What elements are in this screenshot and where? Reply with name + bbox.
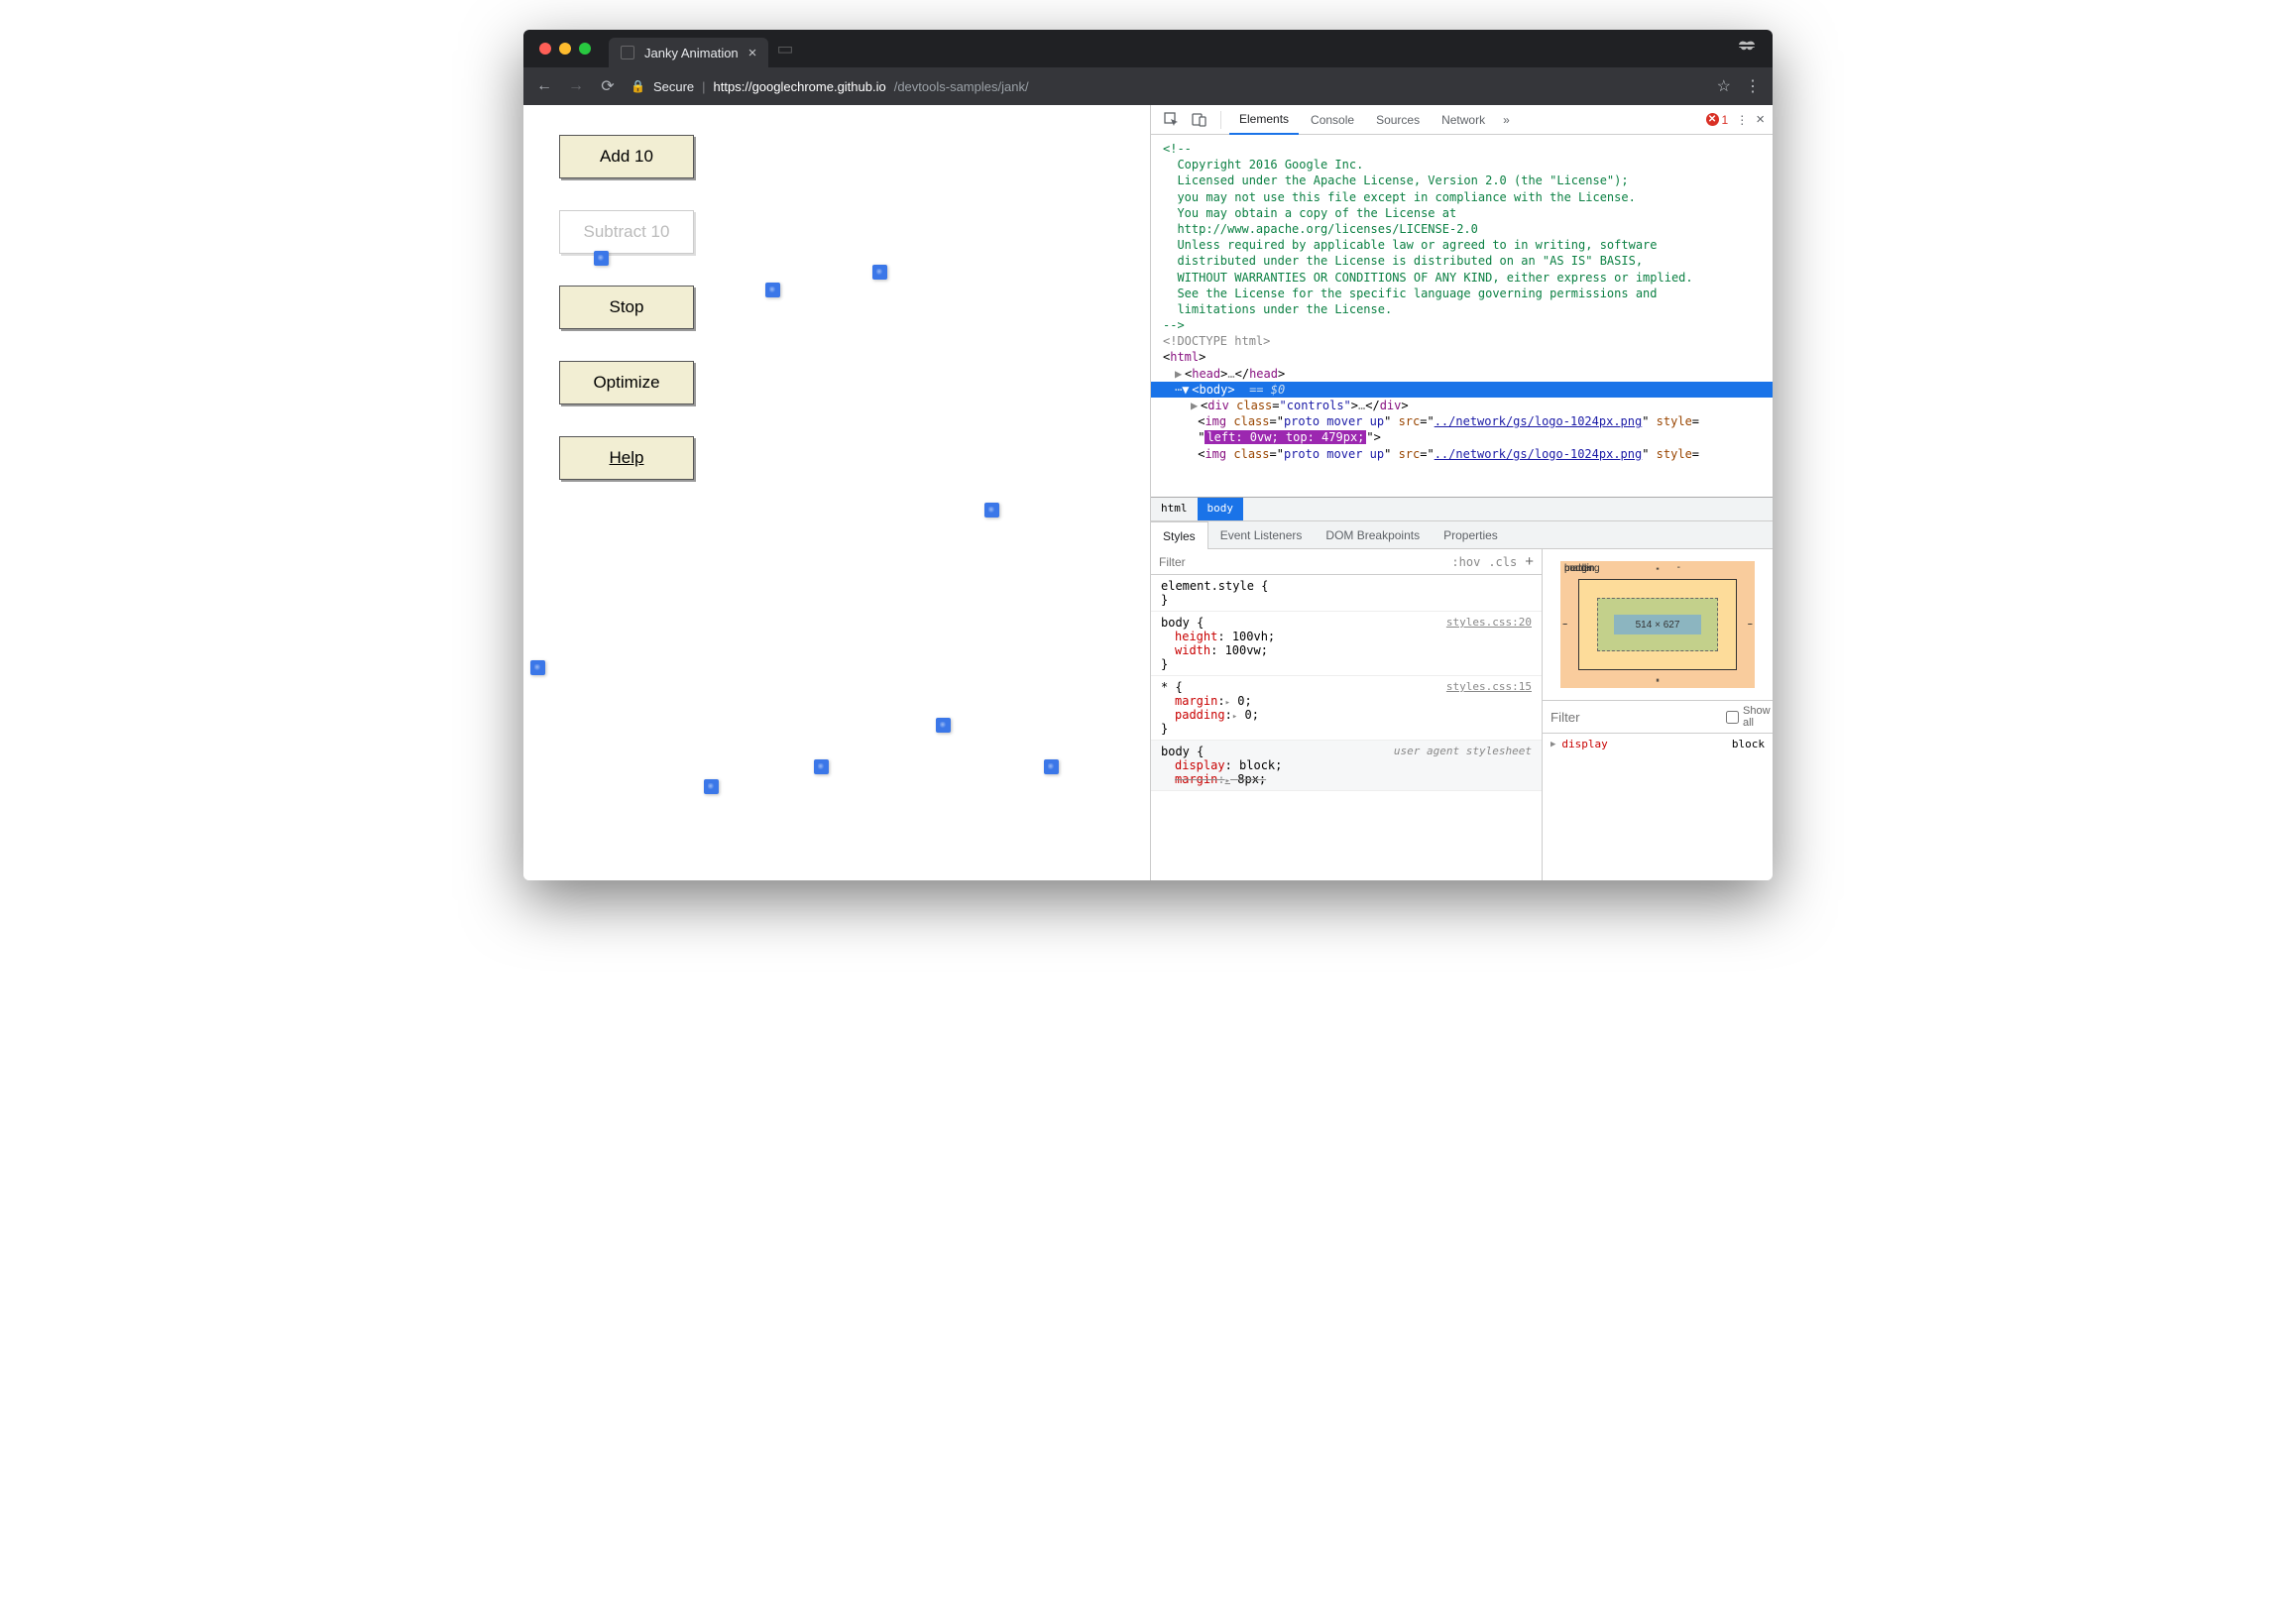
tab-console[interactable]: Console: [1301, 105, 1364, 135]
device-toolbar-icon[interactable]: [1187, 107, 1212, 133]
browser-menu-button[interactable]: ⋮: [1745, 76, 1761, 96]
doctype: <!DOCTYPE html>: [1151, 333, 1773, 349]
page-viewport: Add 10 Subtract 10 Stop Optimize Help: [523, 105, 1150, 880]
forward-button[interactable]: →: [567, 77, 585, 95]
tab-network[interactable]: Network: [1432, 105, 1495, 135]
breadcrumb-body[interactable]: body: [1198, 498, 1244, 520]
file-icon: [621, 46, 634, 59]
devtools-close-icon[interactable]: ×: [1756, 111, 1765, 128]
rule-source-link[interactable]: styles.css:20: [1446, 616, 1532, 629]
cls-toggle[interactable]: .cls: [1488, 555, 1517, 569]
lock-icon: 🔒: [631, 79, 645, 93]
div-controls[interactable]: ▶<div class="controls">…</div>: [1151, 398, 1773, 413]
devtools-panel: Elements Console Sources Network » ✕1 ⋮ …: [1150, 105, 1773, 880]
computed-row[interactable]: ▶ display block: [1550, 738, 1765, 750]
add-button[interactable]: Add 10: [559, 135, 694, 178]
tab-sources[interactable]: Sources: [1366, 105, 1430, 135]
window-titlebar: Janky Animation × ▭: [523, 30, 1773, 67]
rule-source-link[interactable]: styles.css:15: [1446, 680, 1532, 693]
browser-window: Janky Animation × ▭ ← → ⟳ 🔒 Secure | htt…: [523, 30, 1773, 880]
bookmark-star-icon[interactable]: ☆: [1717, 76, 1731, 96]
minimize-window-button[interactable]: [559, 43, 571, 55]
rule-body[interactable]: styles.css:20 body { height: 100vh; widt…: [1151, 612, 1542, 676]
subtract-button[interactable]: Subtract 10: [559, 210, 694, 254]
styles-column: :hov .cls + element.style { } styles.css…: [1151, 549, 1543, 880]
mover-icon: [704, 779, 719, 794]
new-style-rule-icon[interactable]: +: [1525, 553, 1534, 570]
error-count[interactable]: ✕1: [1706, 113, 1729, 127]
dom-breadcrumb: html body: [1151, 497, 1773, 520]
body-tag-selected[interactable]: ⋯▼<body> == $0: [1151, 382, 1773, 398]
img-element[interactable]: <img class="proto mover up" src="../netw…: [1151, 446, 1773, 462]
new-tab-icon[interactable]: ▭: [776, 39, 793, 59]
subtab-properties[interactable]: Properties: [1432, 521, 1510, 548]
html-tag[interactable]: <html>: [1151, 349, 1773, 365]
content-area: Add 10 Subtract 10 Stop Optimize Help: [523, 105, 1773, 880]
mover-icon: [530, 660, 545, 675]
hov-toggle[interactable]: :hov: [1451, 555, 1480, 569]
mover-icon: [872, 265, 887, 280]
computed-filter-input[interactable]: [1550, 710, 1726, 725]
mover-icon: [984, 503, 999, 518]
address-bar: ← → ⟳ 🔒 Secure | https://googlechrome.gi…: [523, 67, 1773, 105]
computed-column: margin - - - - border - - - -: [1543, 549, 1773, 880]
browser-tab[interactable]: Janky Animation ×: [609, 38, 768, 67]
mover-icon: [765, 283, 780, 297]
reload-button[interactable]: ⟳: [599, 76, 617, 96]
mover-icon: [936, 718, 951, 733]
styles-tabbar: Styles Event Listeners DOM Breakpoints P…: [1151, 521, 1773, 549]
url-field[interactable]: 🔒 Secure | https://googlechrome.github.i…: [631, 79, 1703, 94]
elements-dom-tree[interactable]: <!-- Copyright 2016 Google Inc. Licensed…: [1151, 135, 1773, 521]
mover-icon: [594, 251, 609, 266]
tab-close-button[interactable]: ×: [748, 45, 757, 61]
back-button[interactable]: ←: [535, 77, 553, 95]
computed-list[interactable]: ▶ display block: [1543, 734, 1773, 754]
ua-stylesheet-label: user agent stylesheet: [1394, 745, 1532, 757]
head-tag[interactable]: ▶<head>…</head>: [1151, 366, 1773, 382]
url-path: /devtools-samples/jank/: [894, 79, 1029, 94]
rule-ua-body[interactable]: user agent stylesheet body { display: bl…: [1151, 741, 1542, 791]
show-all-checkbox[interactable]: Show all: [1726, 705, 1771, 729]
computed-filter-row: Show all: [1543, 701, 1773, 734]
incognito-icon: [1737, 39, 1757, 59]
rule-element-style[interactable]: element.style { }: [1151, 575, 1542, 612]
devtools-toolbar: Elements Console Sources Network » ✕1 ⋮ …: [1151, 105, 1773, 135]
breadcrumb-html[interactable]: html: [1151, 498, 1198, 520]
devtools-menu-icon[interactable]: ⋮: [1736, 113, 1748, 127]
img-element[interactable]: <img class="proto mover up" src="../netw…: [1151, 413, 1773, 429]
lower-pane: :hov .cls + element.style { } styles.css…: [1151, 549, 1773, 880]
box-model-dimensions: 514 × 627: [1636, 620, 1680, 631]
stop-button[interactable]: Stop: [559, 286, 694, 329]
maximize-window-button[interactable]: [579, 43, 591, 55]
subtab-dom-breakpoints[interactable]: DOM Breakpoints: [1314, 521, 1432, 548]
styles-filter-input[interactable]: [1159, 555, 1443, 569]
tab-title: Janky Animation: [644, 46, 739, 60]
rule-star[interactable]: styles.css:15 * { margin:▸ 0; padding:▸ …: [1151, 676, 1542, 741]
dom-comment: <!--: [1151, 141, 1773, 157]
secure-label: Secure: [653, 79, 694, 94]
tab-elements[interactable]: Elements: [1229, 105, 1299, 135]
url-host: https://googlechrome.github.io: [714, 79, 886, 94]
more-tabs-icon[interactable]: »: [1497, 113, 1516, 127]
subtab-event-listeners[interactable]: Event Listeners: [1208, 521, 1315, 548]
close-window-button[interactable]: [539, 43, 551, 55]
help-button[interactable]: Help: [559, 436, 694, 480]
subtab-styles[interactable]: Styles: [1151, 521, 1208, 549]
controls-panel: Add 10 Subtract 10 Stop Optimize Help: [559, 135, 694, 480]
styles-filter-row: :hov .cls +: [1151, 549, 1542, 575]
mover-icon: [1044, 759, 1059, 774]
optimize-button[interactable]: Optimize: [559, 361, 694, 404]
traffic-lights: [539, 43, 591, 55]
inspect-element-icon[interactable]: [1159, 107, 1185, 133]
box-model-diagram[interactable]: margin - - - - border - - - -: [1543, 549, 1773, 701]
mover-icon: [814, 759, 829, 774]
